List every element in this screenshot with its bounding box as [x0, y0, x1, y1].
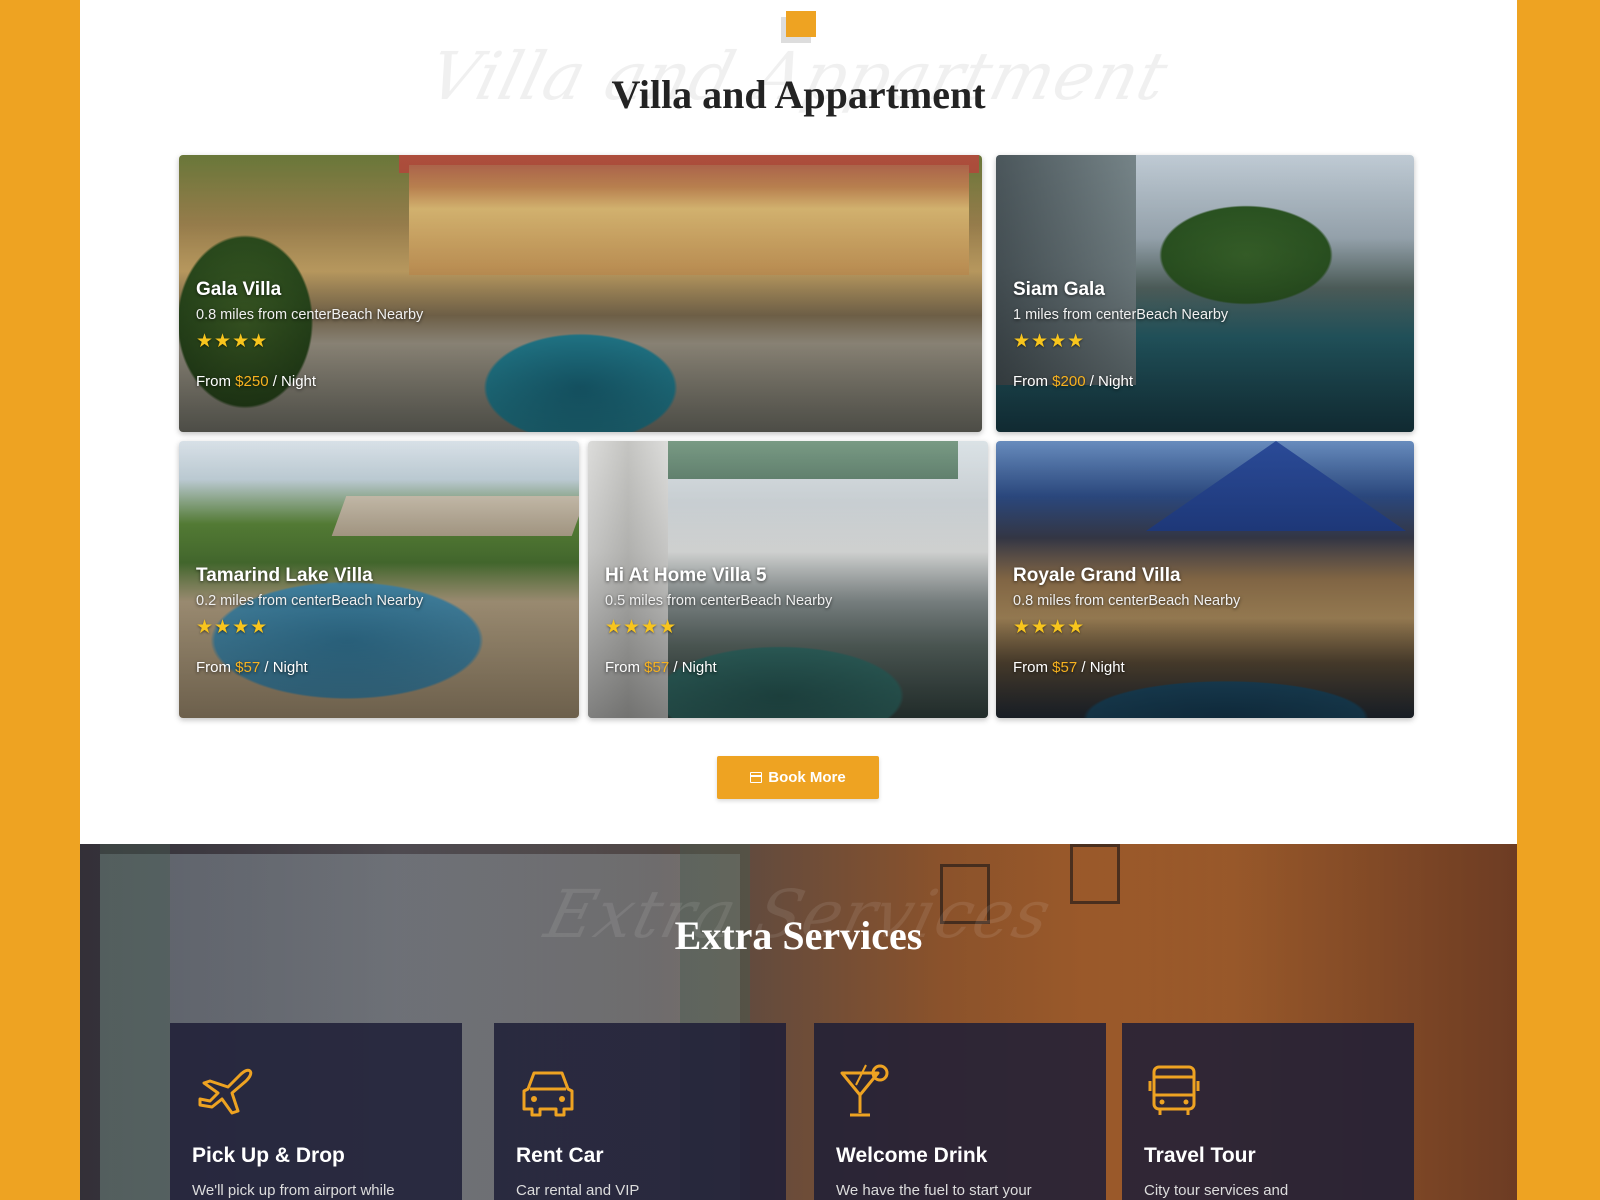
- car-icon: [522, 1071, 574, 1117]
- villa-price: From $250 / Night: [196, 373, 317, 390]
- airplane-icon: [198, 1068, 253, 1115]
- star-rating-icon: ★★★★: [196, 617, 269, 638]
- villa-section-title: Villa and Appartment: [611, 72, 986, 117]
- price-amount: $57: [1052, 659, 1078, 676]
- villa-name[interactable]: Siam Gala: [1013, 279, 1228, 301]
- villa-price: From $57 / Night: [1013, 659, 1125, 676]
- villa-card[interactable]: Royale Grand Villa 0.8 miles from center…: [996, 441, 1414, 718]
- service-card[interactable]: Welcome Drink We have the fuel to start …: [814, 1023, 1106, 1200]
- villa-card[interactable]: Tamarind Lake Villa 0.2 miles from cente…: [179, 441, 579, 718]
- service-title: Travel Tour: [1144, 1144, 1256, 1167]
- service-title: Rent Car: [516, 1144, 604, 1167]
- service-description: We'll pick up from airport while: [192, 1182, 395, 1199]
- page: Villa and Appartment Villa and Appartmen…: [80, 0, 1517, 1200]
- service-title: Welcome Drink: [836, 1144, 988, 1167]
- villa-name[interactable]: Royale Grand Villa: [1013, 565, 1240, 587]
- villa-name[interactable]: Hi At Home Villa 5: [605, 565, 832, 587]
- book-more-label: Book More: [768, 769, 846, 786]
- star-rating-icon: ★★★★: [605, 617, 678, 638]
- service-card[interactable]: Travel Tour City tour services and: [1122, 1023, 1414, 1200]
- villa-distance: 0.8 miles from centerBeach Nearby: [1013, 593, 1241, 609]
- bus-icon: [1148, 1065, 1200, 1115]
- service-card[interactable]: Rent Car Car rental and VIP: [494, 1023, 786, 1200]
- section-mark-icon: [781, 11, 816, 43]
- service-card[interactable]: Pick Up & Drop We'll pick up from airpor…: [170, 1023, 462, 1200]
- price-amount: $57: [235, 659, 261, 676]
- villa-distance: 1 miles from centerBeach Nearby: [1013, 307, 1229, 323]
- villa-name[interactable]: Gala Villa: [196, 279, 423, 301]
- star-rating-icon: ★★★★: [196, 331, 269, 352]
- villa-name[interactable]: Tamarind Lake Villa: [196, 565, 423, 587]
- service-description: Car rental and VIP: [516, 1182, 640, 1199]
- service-description: We have the fuel to start your: [836, 1182, 1032, 1199]
- villa-price: From $200 / Night: [1013, 373, 1134, 390]
- calendar-icon: [750, 772, 763, 783]
- villa-price: From $57 / Night: [605, 659, 717, 676]
- villa-card[interactable]: Gala Villa 0.8 miles from centerBeach Ne…: [179, 155, 982, 432]
- villa-card[interactable]: Siam Gala 1 miles from centerBeach Nearb…: [996, 155, 1414, 432]
- villa-distance: 0.2 miles from centerBeach Nearby: [196, 593, 424, 609]
- star-rating-icon: ★★★★: [1013, 331, 1086, 352]
- villa-distance: 0.8 miles from centerBeach Nearby: [196, 307, 424, 323]
- book-more-button[interactable]: Book More: [717, 756, 879, 799]
- price-amount: $57: [644, 659, 670, 676]
- service-title: Pick Up & Drop: [192, 1144, 345, 1167]
- cocktail-icon: [840, 1064, 889, 1117]
- star-rating-icon: ★★★★: [1013, 617, 1086, 638]
- price-amount: $200: [1052, 373, 1086, 390]
- price-amount: $250: [235, 373, 269, 390]
- extra-services-title: Extra Services: [674, 913, 923, 958]
- villa-card[interactable]: Hi At Home Villa 5 0.5 miles from center…: [588, 441, 988, 718]
- service-description: City tour services and: [1144, 1182, 1289, 1199]
- villa-distance: 0.5 miles from centerBeach Nearby: [605, 593, 833, 609]
- villa-price: From $57 / Night: [196, 659, 308, 676]
